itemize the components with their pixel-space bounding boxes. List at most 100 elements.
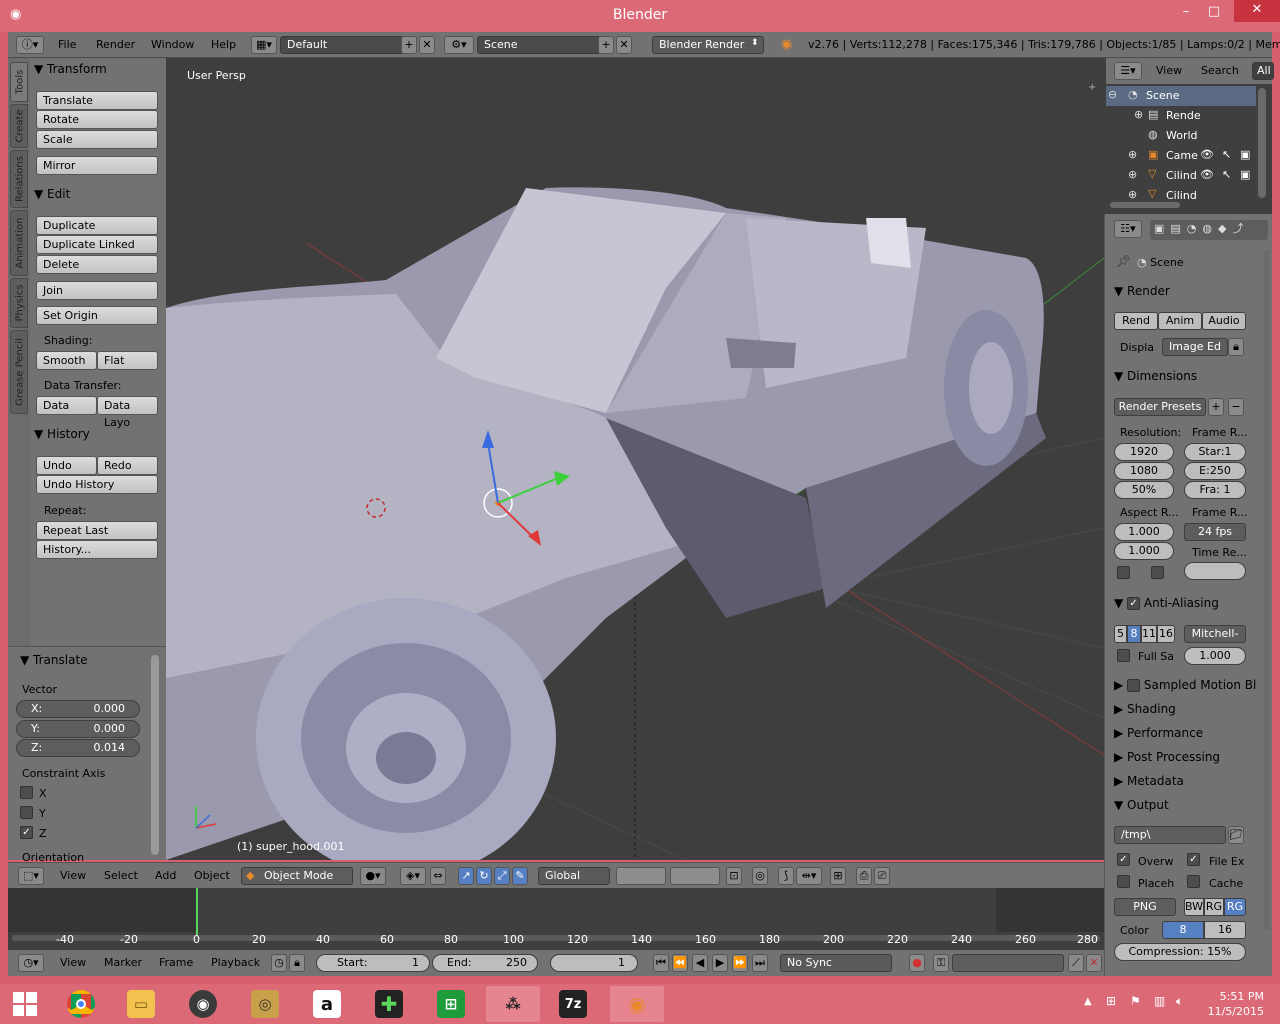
properties-scrollbar[interactable]: [1264, 250, 1270, 930]
vector-x-field[interactable]: X: 0.000: [16, 700, 140, 718]
border-checkbox[interactable]: [1117, 566, 1130, 579]
filter-size-field[interactable]: 1.000: [1184, 647, 1246, 665]
taskbar-speaker-app[interactable]: ◉: [176, 986, 230, 1022]
scene-add-icon[interactable]: +: [598, 36, 614, 54]
maximize-button[interactable]: □: [1200, 2, 1228, 24]
record-icon[interactable]: ●: [909, 954, 925, 972]
taskbar-network-app[interactable]: ⁂: [486, 986, 540, 1022]
layout-select[interactable]: Default: [280, 36, 406, 54]
anti-aliasing-panel-header[interactable]: ▼ ✓ Anti-Aliasing: [1114, 596, 1219, 610]
play-reverse-icon[interactable]: ◀: [692, 954, 708, 972]
lock-time-icon[interactable]: 🔒︎: [289, 954, 305, 972]
aspect-y-field[interactable]: 1.000: [1114, 542, 1174, 560]
performance-panel-header[interactable]: ▶ Performance: [1114, 726, 1203, 740]
layer-buttons[interactable]: [616, 867, 666, 885]
edit-panel-header[interactable]: ▼ Edit: [34, 187, 162, 201]
menu-window[interactable]: Window: [151, 38, 194, 51]
keying-set-field[interactable]: [952, 954, 1064, 972]
pin-icon[interactable]: 📌︎: [1116, 254, 1131, 268]
dimensions-panel-header[interactable]: ▼ Dimensions: [1114, 369, 1197, 383]
select-arrow-icon[interactable]: ↖: [1222, 168, 1231, 181]
lock-layers-icon[interactable]: ⊡: [726, 867, 742, 885]
join-button[interactable]: Join: [36, 281, 158, 300]
file-browser-icon[interactable]: 📁︎: [1228, 826, 1244, 844]
display-mode-select[interactable]: Image Ed: [1162, 338, 1228, 356]
tab-relations[interactable]: Relations: [10, 150, 28, 208]
aa-samples-11-button[interactable]: 11: [1141, 625, 1157, 643]
rotate-manipulator-icon[interactable]: ↻: [476, 867, 492, 885]
crop-checkbox[interactable]: [1151, 566, 1164, 579]
color-depth-16-button[interactable]: 16: [1204, 921, 1246, 939]
keying-set-icon[interactable]: ⚿: [933, 954, 949, 972]
jump-end-icon[interactable]: ⏭: [752, 954, 768, 972]
aa-samples-16-button[interactable]: 16: [1157, 625, 1175, 643]
color-depth-8-button[interactable]: 8: [1162, 921, 1204, 939]
viewport-corner-plus-icon[interactable]: +: [1088, 82, 1096, 93]
rotate-button[interactable]: Rotate: [36, 110, 158, 129]
tray-flag-icon[interactable]: ⚑: [1130, 994, 1141, 1008]
scene-remove-icon[interactable]: ✕: [616, 36, 632, 54]
expand-icon[interactable]: ⊕: [1128, 188, 1137, 200]
vector-z-field[interactable]: Z: 0.014: [16, 739, 140, 757]
operator-panel-header[interactable]: ▼ Translate: [20, 653, 88, 667]
jump-start-icon[interactable]: ⏮: [653, 954, 669, 972]
snap-toggle-icon[interactable]: ⟆: [778, 867, 794, 885]
menu-view[interactable]: View: [60, 956, 86, 969]
scene-select[interactable]: Scene: [477, 36, 601, 54]
mirror-button[interactable]: Mirror: [36, 156, 158, 175]
outliner-item-scene[interactable]: ⊖ ◔ Scene: [1106, 86, 1256, 106]
preset-add-icon[interactable]: +: [1208, 398, 1224, 416]
viewport-scene[interactable]: [166, 58, 1104, 860]
aspect-x-field[interactable]: 1.000: [1114, 523, 1174, 541]
undo-history-button[interactable]: Undo History: [36, 475, 158, 494]
animation-button[interactable]: Anim: [1158, 312, 1202, 330]
undo-button[interactable]: Undo: [36, 456, 97, 475]
expand-icon[interactable]: ⊕: [1128, 168, 1137, 181]
preview-range-icon[interactable]: ◷: [271, 954, 287, 972]
aa-samples-5-button[interactable]: 5: [1114, 625, 1127, 643]
outliner-vscrollbar[interactable]: [1258, 88, 1266, 198]
translate-manipulator-icon[interactable]: ↗: [458, 867, 474, 885]
data-layout-button[interactable]: Data Layo: [97, 396, 158, 429]
color-rgb-button[interactable]: RG: [1204, 898, 1224, 916]
mode-select[interactable]: Object Mode: [241, 867, 353, 885]
minimize-button[interactable]: –: [1172, 2, 1200, 24]
menu-playback[interactable]: Playback: [211, 956, 260, 969]
layout-add-icon[interactable]: +: [401, 36, 417, 54]
color-bw-button[interactable]: BW: [1184, 898, 1204, 916]
outliner-item-camera[interactable]: ⊕ ▣ Came: [1106, 146, 1256, 166]
motion-blur-checkbox[interactable]: [1127, 679, 1141, 692]
render-still-icon[interactable]: ⎙: [856, 867, 872, 885]
editor-type-icon[interactable]: ☷▾: [1114, 220, 1142, 238]
menu-object[interactable]: Object: [194, 869, 230, 882]
output-path-field[interactable]: /tmp\: [1114, 826, 1226, 844]
redo-button[interactable]: Redo: [97, 456, 158, 475]
editor-type-icon[interactable]: ⬚▾: [18, 867, 44, 885]
tab-physics[interactable]: Physics: [10, 278, 28, 328]
manipulator-toggle-icon[interactable]: ⇔: [430, 867, 446, 885]
menu-file[interactable]: File: [58, 38, 76, 51]
delete-keyframe-icon[interactable]: ✕: [1086, 954, 1102, 972]
scene-icon[interactable]: ⚙▾: [444, 36, 474, 54]
set-origin-select[interactable]: Set Origin: [36, 306, 158, 325]
render-engine-select[interactable]: Blender Render: [652, 36, 764, 54]
expand-icon[interactable]: ⊕: [1128, 148, 1137, 161]
constraint-y-checkbox[interactable]: [20, 806, 33, 819]
taskbar-file-explorer[interactable]: ▭: [114, 986, 168, 1022]
tab-create[interactable]: Create: [10, 104, 28, 148]
frame-start-field[interactable]: Star:1: [1184, 443, 1246, 461]
taskbar-plus-app[interactable]: ✚: [362, 986, 416, 1022]
history-panel-header[interactable]: ▼ History: [34, 427, 162, 441]
frame-end-field[interactable]: E:250: [1184, 462, 1246, 480]
display-filter-select[interactable]: All: [1252, 62, 1274, 80]
timeline-area[interactable]: -40 -20 0 20 40 60 80 100 120 140 160 18…: [8, 888, 1104, 950]
repeat-last-button[interactable]: Repeat Last: [36, 521, 158, 540]
aa-filter-select[interactable]: Mitchell-: [1184, 625, 1246, 643]
tray-windows-icon[interactable]: ⊞: [1106, 994, 1116, 1008]
end-frame-field[interactable]: End: 250: [432, 954, 538, 972]
menu-view[interactable]: View: [1156, 64, 1182, 77]
visibility-eye-icon[interactable]: 👁︎: [1200, 148, 1214, 161]
visibility-eye-icon[interactable]: 👁︎: [1200, 168, 1214, 181]
layout-icon[interactable]: ▦▾: [251, 36, 277, 54]
tray-volume-icon[interactable]: 🔈︎: [1176, 994, 1183, 1009]
